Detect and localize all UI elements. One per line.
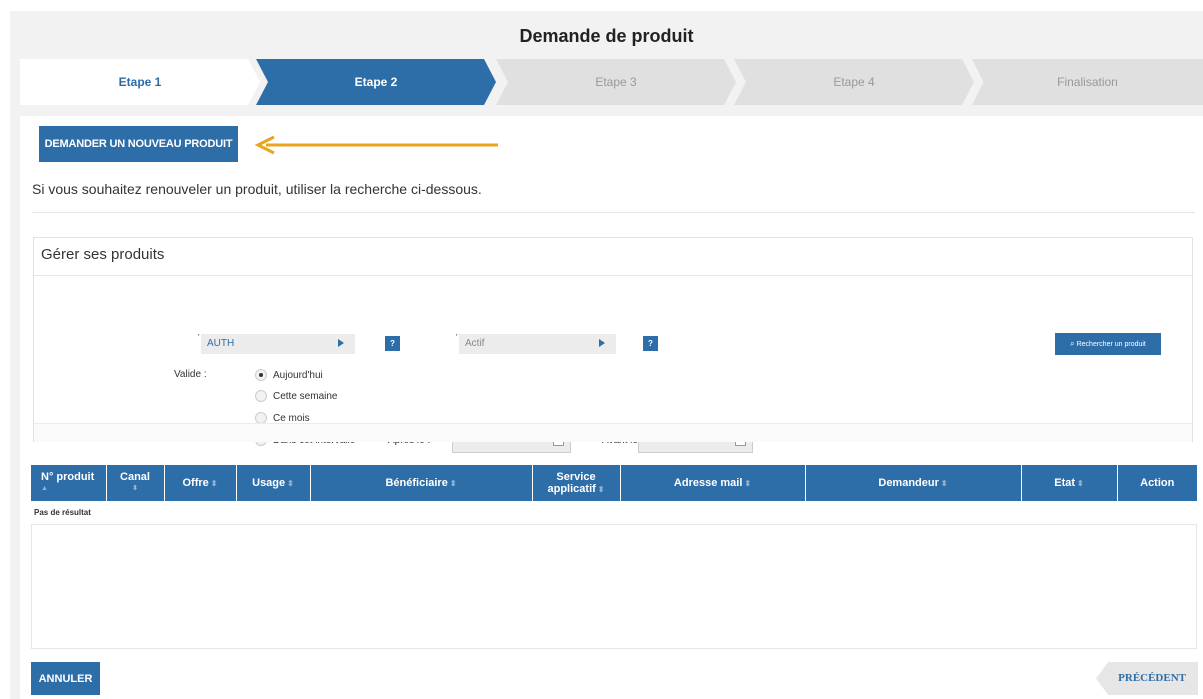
column-header-service-applicatif[interactable]: Service applicatif ⬍	[532, 465, 621, 501]
column-header-beneficiaire[interactable]: Bénéficiaire ⬍	[310, 465, 533, 501]
radio-button[interactable]	[255, 390, 267, 403]
stepper: Etape 1 Etape 2 Etape 3 Etape 4 Finalisa…	[20, 59, 1203, 105]
column-label: Usage	[252, 476, 286, 489]
step-4: Etape 4	[734, 59, 974, 105]
required-mark: '	[456, 333, 458, 342]
table-row: Pas de résultat	[31, 501, 1197, 525]
column-label: Demandeur	[878, 476, 939, 489]
search-icon: ⌕	[1070, 339, 1075, 348]
table-body	[31, 524, 1197, 649]
sort-icon: ⬍	[449, 478, 457, 488]
intro-text: Si vous souhaitez renouveler un produit,…	[32, 181, 482, 197]
valide-label: Valide :	[174, 369, 207, 380]
column-label: N° produit	[41, 471, 95, 483]
caret-icon	[338, 339, 344, 347]
column-label: Service applicatif	[547, 470, 596, 495]
product-select-value: AUTH	[207, 338, 235, 349]
caret-icon	[599, 339, 605, 347]
panel-footer	[34, 423, 1192, 442]
search-panel: Gérer ses produits ' AUTH ? ' Actif ? ⌕ R…	[33, 237, 1193, 453]
sort-icon: ⬍	[940, 478, 948, 488]
column-header-demandeur[interactable]: Demandeur ⬍	[805, 465, 1022, 501]
new-product-button[interactable]: DEMANDER UN NOUVEAU PRODUIT	[39, 126, 238, 162]
product-select[interactable]: ' AUTH	[198, 333, 355, 354]
step-1[interactable]: Etape 1	[20, 59, 260, 105]
step-label: Etape 4	[833, 75, 875, 89]
status-select[interactable]: ' Actif	[456, 333, 616, 354]
empty-message: Pas de résultat	[31, 501, 1197, 525]
column-label: Bénéficiaire	[385, 476, 448, 489]
panel-title: Gérer ses produits	[41, 246, 165, 263]
column-header-usage[interactable]: Usage ⬍	[236, 465, 311, 501]
sort-asc-icon: ▲	[41, 485, 48, 492]
results-table: N° produit ▲ Canal ⬍ Offre ⬍ Usage ⬍ Bénéfic…	[31, 465, 1197, 525]
column-label: Canal	[120, 471, 150, 483]
column-label: Offre	[182, 476, 209, 489]
cancel-button[interactable]: ANNULER	[31, 662, 100, 695]
step-label: Etape 2	[354, 75, 398, 89]
column-header-canal[interactable]: Canal ⬍	[106, 465, 165, 501]
search-button-label: Rechercher un produit	[1076, 341, 1146, 348]
column-header-action: Action	[1117, 465, 1197, 501]
sort-icon: ⬍	[597, 484, 605, 494]
sort-icon: ⬍	[1077, 478, 1084, 488]
radio-this-week[interactable]: Cette semaine	[255, 390, 337, 404]
required-mark: '	[198, 333, 200, 342]
page-title: Demande de produit	[10, 11, 1203, 59]
arrow-left-icon	[254, 135, 498, 155]
step-label: Etape 1	[118, 75, 162, 89]
radio-button[interactable]	[255, 369, 267, 382]
previous-button[interactable]: PRÉCÉDENT	[1096, 662, 1198, 695]
step-3: Etape 3	[496, 59, 736, 105]
column-header-offre[interactable]: Offre ⬍	[164, 465, 237, 501]
search-form: ' AUTH ? ' Actif ? ⌕ Rechercher un produi…	[34, 276, 1192, 453]
sort-icon: ⬍	[132, 485, 138, 492]
divider	[32, 212, 1195, 213]
sort-icon: ⬍	[210, 478, 218, 488]
column-label: Etat	[1054, 476, 1076, 489]
help-icon[interactable]: ?	[385, 336, 400, 351]
status-select-value: Actif	[465, 338, 485, 349]
search-product-button[interactable]: ⌕ Rechercher un produit	[1055, 333, 1161, 355]
column-label: Adresse mail	[673, 476, 743, 489]
sort-icon: ⬍	[744, 478, 752, 488]
column-label: Action	[1140, 477, 1175, 489]
step-finalisation: Finalisation	[972, 59, 1203, 105]
column-header-adresse-mail[interactable]: Adresse mail ⬍	[620, 465, 806, 501]
column-header-etat[interactable]: Etat ⬍	[1021, 465, 1118, 501]
help-icon[interactable]: ?	[643, 336, 658, 351]
step-label: Finalisation	[1057, 75, 1118, 89]
radio-label: Aujourd'hui	[273, 370, 323, 381]
sort-icon: ⬍	[287, 478, 294, 488]
step-2[interactable]: Etape 2	[256, 59, 496, 105]
column-header-product-number[interactable]: N° produit ▲	[31, 465, 107, 501]
step-label: Etape 3	[595, 75, 637, 89]
radio-label: Cette semaine	[273, 391, 338, 402]
radio-today[interactable]: Aujourd'hui	[255, 369, 323, 383]
